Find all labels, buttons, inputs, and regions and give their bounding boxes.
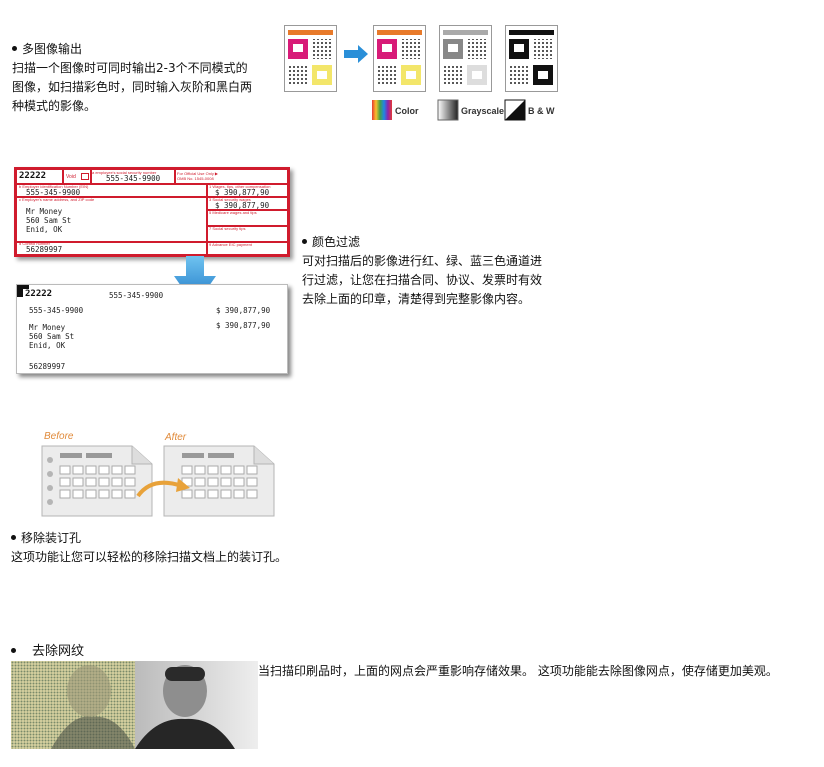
section2-desc-line3: 去除上面的印章，清楚得到完整影像内容。 bbox=[302, 292, 531, 306]
section3-title: 移除装订孔 bbox=[11, 529, 81, 548]
section1-desc-line3: 种模式的影像。 bbox=[12, 99, 97, 113]
arrow-right-icon bbox=[344, 45, 368, 63]
w2-form-after: 22222 555-345-9900 555-345-9900 $ 390,87… bbox=[16, 284, 288, 374]
section2-title: 颜色过滤 bbox=[302, 233, 360, 252]
descreen-after-image bbox=[135, 661, 258, 749]
w2-form-before: 22222 Void a employee's social security … bbox=[14, 167, 290, 257]
grayscale-swatch-icon bbox=[437, 99, 459, 121]
legend-grayscale: Grayscale bbox=[461, 106, 505, 116]
section1-desc-line2: 图像，如扫描彩色时，同时输入灰阶和黑白两 bbox=[12, 80, 253, 94]
void-checkbox bbox=[81, 173, 89, 180]
descreen-before-image bbox=[11, 661, 135, 749]
legend-color: Color bbox=[395, 106, 419, 116]
section3-desc: 这项功能让您可以轻松的移除扫描文档上的装订孔。 bbox=[11, 550, 288, 564]
before-sheet bbox=[41, 445, 153, 517]
section2-desc-line1: 可对扫描后的影像进行红、绿、蓝三色通道进 bbox=[302, 254, 543, 268]
section4-desc: 当扫描印刷品时，上面的网点会严重影响存储效果。 这项功能能去除图像网点，使存储更… bbox=[258, 664, 778, 678]
color-swatch-icon bbox=[372, 100, 392, 120]
section2-desc-line2: 行过滤，让您在扫描合同、协议、发票时有效 bbox=[302, 273, 543, 287]
legend-bw: B & W bbox=[528, 106, 555, 116]
section1-title: 多图像输出 bbox=[12, 40, 82, 59]
grayscale-page bbox=[439, 25, 492, 92]
section1-desc-line1: 扫描一个图像时可同时输出2-3个不同模式的 bbox=[12, 61, 248, 75]
bw-swatch-icon bbox=[505, 100, 525, 120]
color-page bbox=[373, 25, 426, 92]
multi-output-illustration: Color Grayscale B & W bbox=[284, 22, 564, 122]
form-box-id: 22222 bbox=[19, 171, 47, 181]
bw-page bbox=[505, 25, 558, 92]
source-page bbox=[284, 25, 337, 92]
staple-removal-illustration: Before After bbox=[40, 428, 280, 520]
section4-title: 去除网纹 bbox=[11, 642, 84, 661]
